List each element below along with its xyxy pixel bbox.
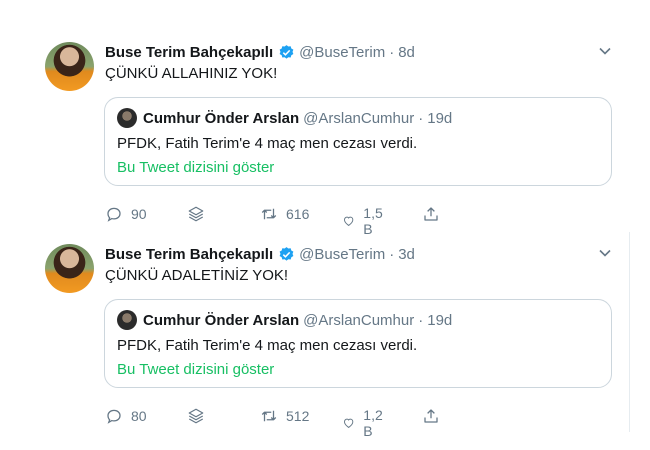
reply-count: 90 — [131, 206, 147, 222]
like-icon — [344, 418, 354, 428]
share-button[interactable] — [422, 205, 440, 223]
like-icon — [344, 216, 354, 226]
quoted-text: PFDK, Fatih Terim'e 4 maç men cezası ver… — [117, 337, 418, 354]
reply-button[interactable]: 80 — [105, 407, 147, 425]
chevron-down-icon[interactable] — [598, 246, 612, 260]
tweet-age[interactable]: 3d — [398, 246, 415, 263]
tweet[interactable]: Buse Terim Bahçekapılı @BuseTerim · 3d Ç… — [45, 240, 620, 439]
quoted-text: PFDK, Fatih Terim'e 4 maç men cezası ver… — [117, 135, 418, 152]
tweet[interactable]: Buse Terim Bahçekapılı @BuseTerim · 8d Ç… — [45, 38, 620, 237]
quoted-author-name: Cumhur Önder Arslan — [143, 311, 300, 329]
quoted-author-name: Cumhur Önder Arslan — [143, 109, 300, 127]
tweet-header: Buse Terim Bahçekapılı @BuseTerim · 8d — [105, 42, 415, 62]
share-button[interactable] — [422, 407, 440, 425]
author-handle[interactable]: @BuseTerim — [299, 246, 385, 263]
retweet-icon — [261, 208, 277, 220]
retweet-button[interactable]: 512 — [260, 407, 309, 425]
like-button[interactable]: 1,5 B — [342, 205, 387, 237]
separator-dot: · — [389, 245, 395, 263]
retweet-button[interactable]: 616 — [260, 205, 309, 223]
thread-button[interactable] — [187, 205, 205, 223]
quoted-author-handle: @ArslanCumhur — [303, 311, 415, 329]
avatar[interactable] — [45, 244, 94, 293]
chevron-down-icon[interactable] — [598, 44, 612, 58]
separator-dot: · — [418, 311, 424, 329]
author-name[interactable]: Buse Terim Bahçekapılı — [105, 44, 273, 61]
quoted-tweet[interactable]: Cumhur Önder Arslan @ArslanCumhur · 19d … — [104, 299, 612, 388]
avatar[interactable] — [45, 42, 94, 91]
tweet-text: ÇÜNKÜ ALLAHINIZ YOK! — [105, 65, 278, 82]
quoted-tweet[interactable]: Cumhur Önder Arslan @ArslanCumhur · 19d … — [104, 97, 612, 186]
verified-badge-icon — [279, 246, 294, 261]
reply-icon — [107, 409, 121, 424]
reply-button[interactable]: 90 — [105, 205, 147, 223]
show-thread-link[interactable]: Bu Tweet dizisini göster — [117, 159, 274, 176]
retweet-count: 512 — [286, 408, 310, 424]
reply-count: 80 — [131, 408, 147, 424]
quoted-avatar — [117, 310, 137, 330]
retweet-count: 616 — [286, 206, 310, 222]
thread-button[interactable] — [187, 407, 205, 425]
share-icon — [424, 207, 438, 221]
retweet-icon — [261, 410, 277, 422]
share-icon — [424, 409, 438, 423]
tweet-text: ÇÜNKÜ ADALETİNİZ YOK! — [105, 267, 289, 284]
like-count: 1,2 B — [363, 407, 383, 439]
quoted-age: 19d — [427, 109, 453, 127]
author-handle[interactable]: @BuseTerim — [299, 44, 385, 61]
quoted-age: 19d — [427, 311, 453, 329]
like-count: 1,5 B — [363, 205, 383, 237]
quoted-author-handle: @ArslanCumhur — [303, 109, 415, 127]
tweet-age[interactable]: 8d — [398, 44, 415, 61]
separator-dot: · — [418, 109, 424, 127]
thread-divider — [629, 232, 630, 432]
layers-icon — [188, 206, 204, 222]
author-name[interactable]: Buse Terim Bahçekapılı — [105, 246, 273, 263]
quoted-avatar — [117, 108, 137, 128]
verified-badge-icon — [279, 44, 294, 59]
tweet-header: Buse Terim Bahçekapılı @BuseTerim · 3d — [105, 244, 415, 264]
reply-icon — [107, 207, 121, 222]
quoted-header: Cumhur Önder Arslan @ArslanCumhur · 19d — [117, 108, 452, 128]
quoted-header: Cumhur Önder Arslan @ArslanCumhur · 19d — [117, 310, 452, 330]
like-button[interactable]: 1,2 B — [342, 407, 387, 439]
show-thread-link[interactable]: Bu Tweet dizisini göster — [117, 361, 274, 378]
layers-icon — [188, 408, 204, 424]
separator-dot: · — [389, 43, 395, 61]
